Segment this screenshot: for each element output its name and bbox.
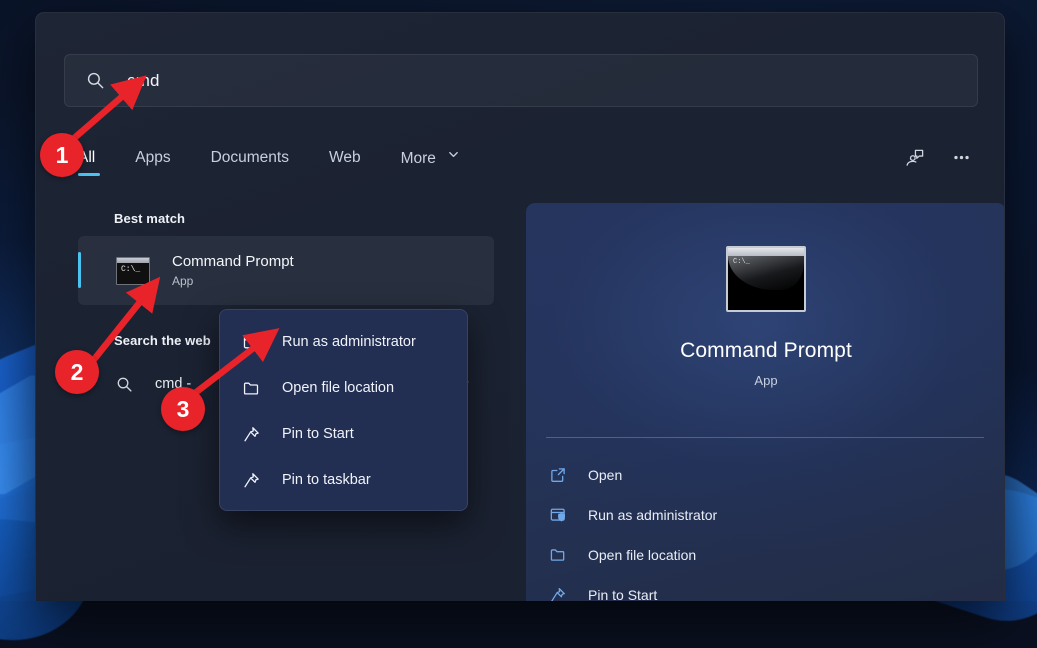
result-item-title: Command Prompt <box>172 253 294 272</box>
pin-icon <box>241 424 262 445</box>
feedback-icon[interactable] <box>904 147 925 173</box>
open-external-icon <box>548 466 567 485</box>
shield-window-icon <box>241 332 262 353</box>
preview-app-subtitle: App <box>526 373 1005 388</box>
tab-web-label: Web <box>329 149 361 166</box>
preview-action-pin-start-label: Pin to Start <box>588 587 657 601</box>
chevron-down-icon <box>447 148 460 166</box>
preview-app-title: Command Prompt <box>526 339 1005 363</box>
result-item-subtitle: App <box>172 274 294 288</box>
preview-action-run-as-administrator[interactable]: Run as administrator <box>526 495 1005 535</box>
context-menu-item-pin-start-label: Pin to Start <box>282 426 354 442</box>
tab-documents[interactable]: Documents <box>209 145 291 176</box>
windows-search-window: cmd All Apps Documents Web More <box>35 12 1005 601</box>
context-menu-item-run-as-administrator[interactable]: Run as administrator <box>220 319 467 365</box>
preview-action-pin-to-start[interactable]: Pin to Start <box>526 575 1005 601</box>
preview-action-runas-label: Run as administrator <box>588 507 717 523</box>
tab-all[interactable]: All <box>76 145 97 176</box>
search-input-value: cmd <box>127 71 160 91</box>
more-options-icon[interactable] <box>951 147 972 173</box>
preview-action-open-label: Open <box>588 467 622 483</box>
tab-bar-actions <box>904 147 976 173</box>
pin-icon <box>548 586 567 602</box>
result-item-text: Command Prompt App <box>172 253 294 289</box>
tab-more[interactable]: More <box>399 144 463 177</box>
preview-separator <box>546 437 984 438</box>
preview-action-open[interactable]: Open <box>526 455 1005 495</box>
context-menu-item-pin-taskbar-label: Pin to taskbar <box>282 472 371 488</box>
shield-window-icon <box>548 506 567 525</box>
app-preview-panel: C:\_ Command Prompt App Open <box>526 203 1005 601</box>
context-menu-item-runas-label: Run as administrator <box>282 334 416 350</box>
context-menu: Run as administrator Open file location … <box>219 309 468 511</box>
result-item-command-prompt[interactable]: C:\_ Command Prompt App <box>78 236 494 305</box>
context-menu-item-open-file-location[interactable]: Open file location <box>220 365 467 411</box>
tab-apps[interactable]: Apps <box>133 145 172 176</box>
tab-documents-label: Documents <box>211 149 289 166</box>
context-menu-item-pin-to-start[interactable]: Pin to Start <box>220 411 467 457</box>
search-icon <box>116 376 133 393</box>
search-filter-tabs: All Apps Documents Web More <box>76 140 976 180</box>
command-prompt-icon: C:\_ <box>116 257 150 285</box>
command-prompt-icon: C:\_ <box>726 246 806 312</box>
context-menu-item-open-location-label: Open file location <box>282 380 394 396</box>
tab-all-label: All <box>78 149 95 166</box>
best-match-heading: Best match <box>76 203 496 236</box>
preview-action-open-location-label: Open file location <box>588 547 696 563</box>
preview-action-open-file-location[interactable]: Open file location <box>526 535 1005 575</box>
context-menu-item-pin-to-taskbar[interactable]: Pin to taskbar <box>220 457 467 503</box>
tab-web[interactable]: Web <box>327 145 363 176</box>
tab-more-label: More <box>401 150 436 167</box>
folder-icon <box>548 546 567 565</box>
search-icon <box>86 71 105 90</box>
folder-icon <box>241 378 262 399</box>
preview-action-list: Open Run as administrator <box>526 455 1005 601</box>
web-search-item-label: cmd - <box>155 376 191 392</box>
tab-apps-label: Apps <box>135 149 170 166</box>
pin-icon <box>241 470 262 491</box>
search-input[interactable]: cmd <box>64 54 978 107</box>
